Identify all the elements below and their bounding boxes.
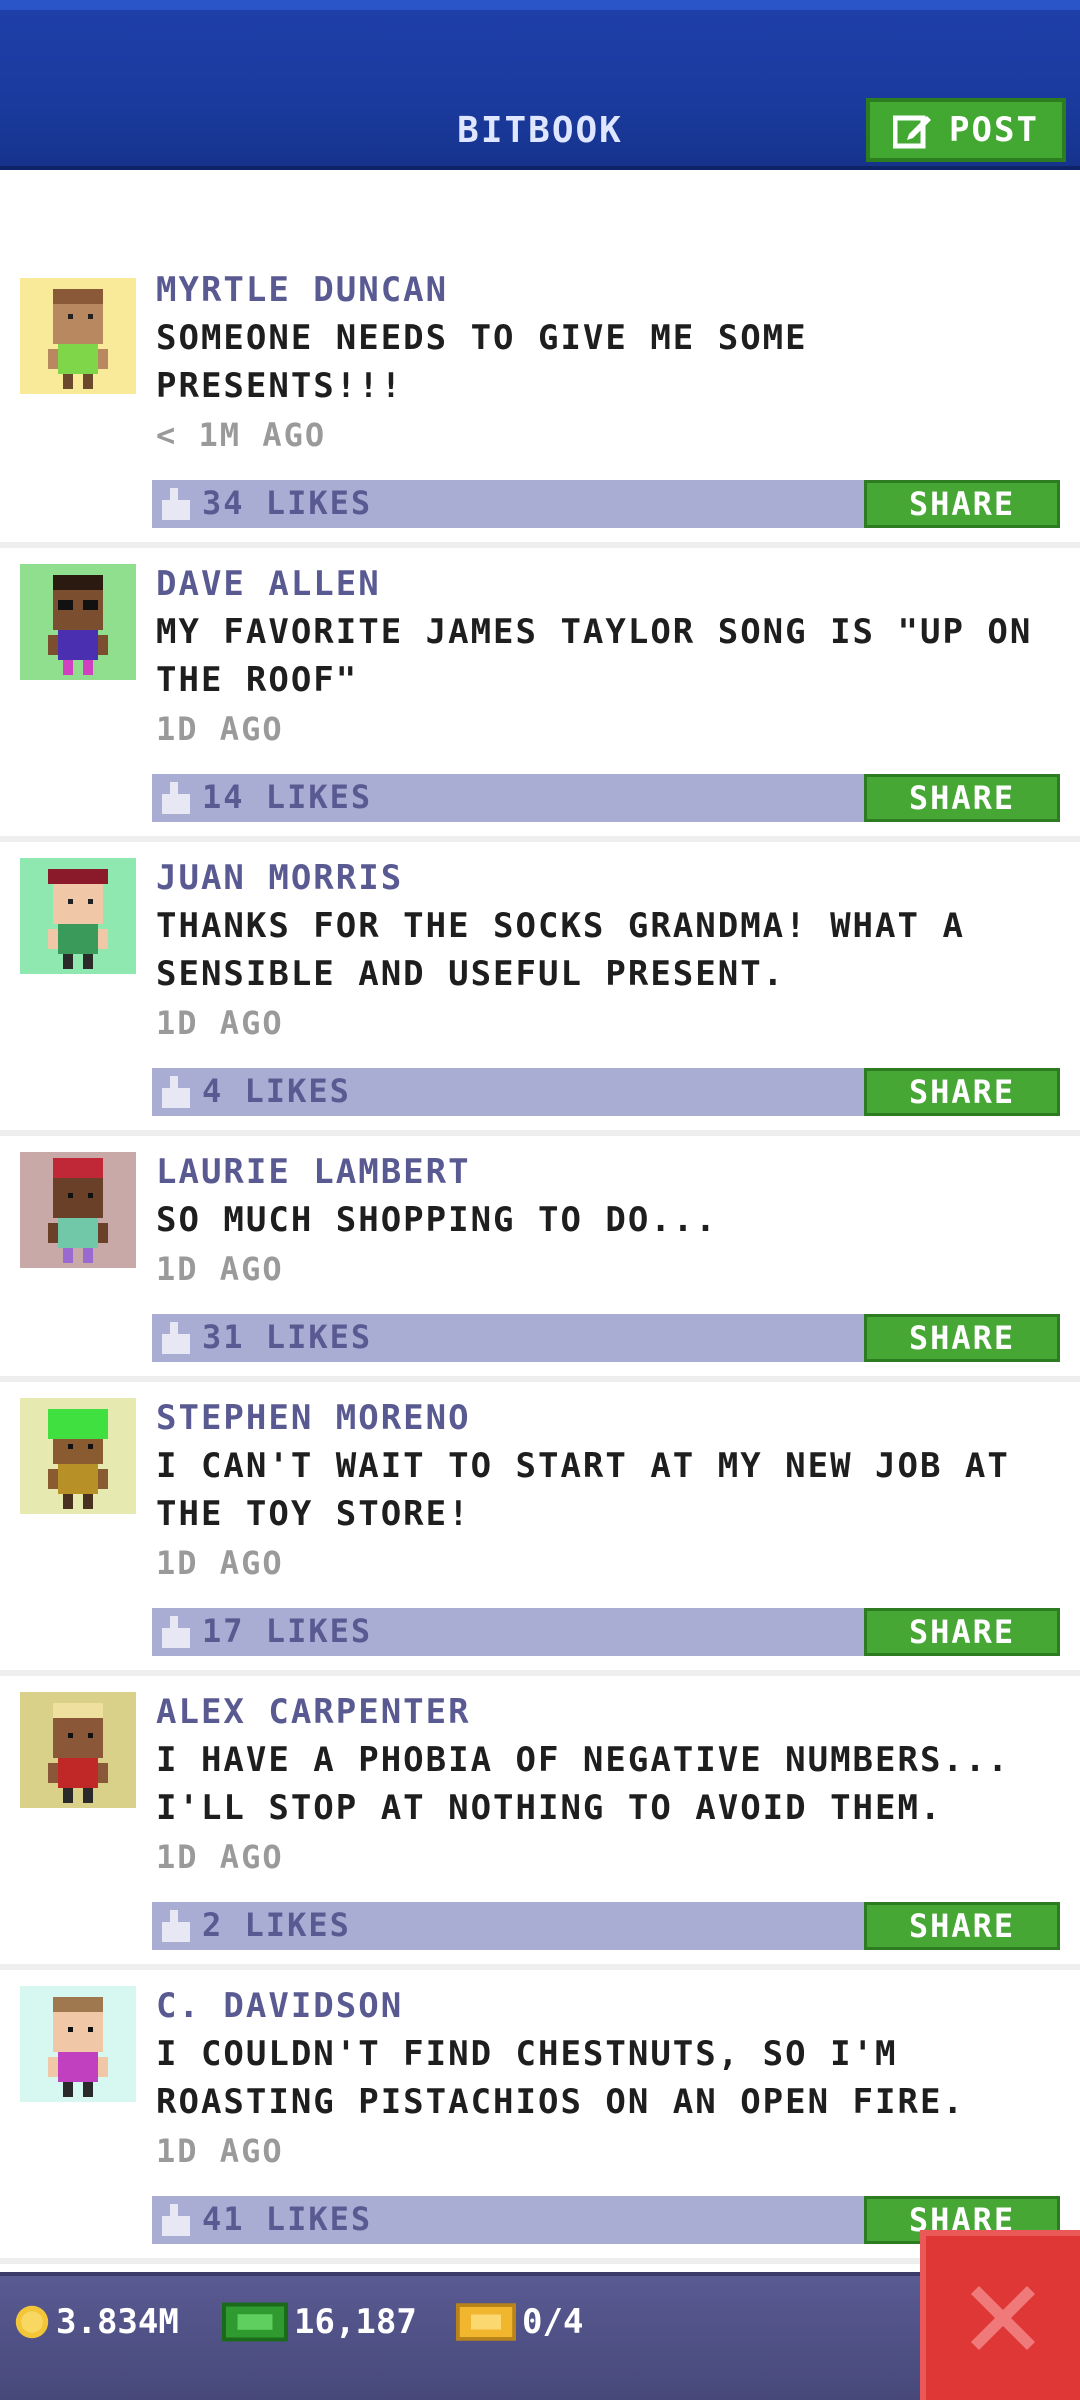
avatar	[20, 858, 136, 974]
post-message: I HAVE A PHOBIA OF NEGATIVE NUMBERS... I…	[156, 1740, 1010, 1828]
feed-post: MYRTLE DUNCAN SOMEONE NEEDS TO GIVE ME S…	[0, 170, 1080, 548]
edit-icon	[893, 115, 932, 149]
avatar	[20, 564, 136, 680]
coin-icon	[15, 2305, 49, 2339]
status-bar: 3.834M 16,187 0/4	[0, 2272, 1080, 2400]
likes-bar: 17 LIKES SHARE	[152, 1608, 1060, 1656]
feed-post: ALEX CARPENTER I HAVE A PHOBIA OF NEGATI…	[0, 1676, 1080, 1970]
share-button[interactable]: SHARE	[864, 1068, 1060, 1116]
tickets-stat: 0/4	[456, 2302, 583, 2342]
likes-bar: 34 LIKES SHARE	[152, 480, 1060, 528]
likes-count: 4 LIKES	[202, 1072, 351, 1110]
post-time: 1D AGO	[156, 1544, 284, 1582]
avatar	[20, 1152, 136, 1268]
avatar-figure	[48, 1997, 108, 2097]
feed-post: JUAN MORRIS THANKS FOR THE SOCKS GRANDMA…	[0, 842, 1080, 1136]
bux-value: 16,187	[294, 2302, 417, 2342]
share-button[interactable]: SHARE	[864, 774, 1060, 822]
feed-post: DAVE ALLEN MY FAVORITE JAMES TAYLOR SONG…	[0, 548, 1080, 842]
post-author[interactable]: C. DAVIDSON	[156, 1986, 403, 2026]
close-button[interactable]	[920, 2230, 1080, 2400]
post-time: 1D AGO	[156, 1838, 284, 1876]
feed-post: LAURIE LAMBERT SO MUCH SHOPPING TO DO...…	[0, 1136, 1080, 1382]
post-button[interactable]: POST	[866, 98, 1066, 162]
avatar	[20, 1398, 136, 1514]
post-time: 1D AGO	[156, 1004, 284, 1042]
avatar-figure	[48, 1703, 108, 1803]
coins-stat: 3.834M	[14, 2302, 179, 2342]
post-author[interactable]: MYRTLE DUNCAN	[156, 270, 448, 310]
likes-count: 17 LIKES	[202, 1612, 373, 1650]
post-message: MY FAVORITE JAMES TAYLOR SONG IS "UP ON …	[156, 612, 1033, 700]
likes-count: 41 LIKES	[202, 2200, 373, 2238]
avatar-figure	[48, 1409, 108, 1509]
tickets-value: 0/4	[522, 2302, 584, 2342]
thumbs-up-icon[interactable]	[162, 1076, 190, 1108]
post-time: 1D AGO	[156, 710, 284, 748]
post-time: < 1M AGO	[156, 416, 327, 454]
likes-count: 14 LIKES	[202, 778, 373, 816]
post-author[interactable]: JUAN MORRIS	[156, 858, 403, 898]
thumbs-up-icon[interactable]	[162, 1910, 190, 1942]
share-button[interactable]: SHARE	[864, 1314, 1060, 1362]
thumbs-up-icon[interactable]	[162, 1616, 190, 1648]
post-message: I COULDN'T FIND CHESTNUTS, SO I'M ROASTI…	[156, 2034, 965, 2122]
bux-icon	[222, 2302, 288, 2342]
coins-value: 3.834M	[56, 2302, 179, 2342]
post-message: SO MUCH SHOPPING TO DO...	[156, 1200, 718, 1240]
avatar-figure	[48, 869, 108, 969]
share-button[interactable]: SHARE	[864, 480, 1060, 528]
post-author[interactable]: STEPHEN MORENO	[156, 1398, 471, 1438]
thumbs-up-icon[interactable]	[162, 2204, 190, 2236]
avatar-figure	[48, 575, 108, 675]
thumbs-up-icon[interactable]	[162, 488, 190, 520]
likes-count: 2 LIKES	[202, 1906, 351, 1944]
post-time: 1D AGO	[156, 1250, 284, 1288]
post-author[interactable]: DAVE ALLEN	[156, 564, 381, 604]
share-button[interactable]: SHARE	[864, 1902, 1060, 1950]
ticket-icon	[456, 2303, 516, 2341]
share-button[interactable]: SHARE	[864, 1608, 1060, 1656]
post-button-label: POST	[949, 110, 1039, 150]
close-icon	[971, 2286, 1035, 2350]
avatar	[20, 1986, 136, 2102]
post-message: I CAN'T WAIT TO START AT MY NEW JOB AT T…	[156, 1446, 1010, 1534]
bux-stat: 16,187	[222, 2302, 417, 2342]
likes-bar: 4 LIKES SHARE	[152, 1068, 1060, 1116]
post-author[interactable]: LAURIE LAMBERT	[156, 1152, 471, 1192]
post-time: 1D AGO	[156, 2132, 284, 2170]
likes-bar: 31 LIKES SHARE	[152, 1314, 1060, 1362]
likes-bar: 2 LIKES SHARE	[152, 1902, 1060, 1950]
likes-bar: 14 LIKES SHARE	[152, 774, 1060, 822]
thumbs-up-icon[interactable]	[162, 1322, 190, 1354]
avatar	[20, 1692, 136, 1808]
avatar-figure	[48, 289, 108, 389]
avatar-figure	[48, 1158, 108, 1263]
top-bar: BITBOOK POST	[0, 0, 1080, 170]
thumbs-up-icon[interactable]	[162, 782, 190, 814]
post-message: THANKS FOR THE SOCKS GRANDMA! WHAT A SEN…	[156, 906, 965, 994]
feed-post: STEPHEN MORENO I CAN'T WAIT TO START AT …	[0, 1382, 1080, 1676]
post-author[interactable]: ALEX CARPENTER	[156, 1692, 471, 1732]
likes-count: 31 LIKES	[202, 1318, 373, 1356]
feed-post: C. DAVIDSON I COULDN'T FIND CHESTNUTS, S…	[0, 1970, 1080, 2264]
avatar	[20, 278, 136, 394]
likes-count: 34 LIKES	[202, 484, 373, 522]
post-message: SOMEONE NEEDS TO GIVE ME SOME PRESENTS!!…	[156, 318, 808, 406]
